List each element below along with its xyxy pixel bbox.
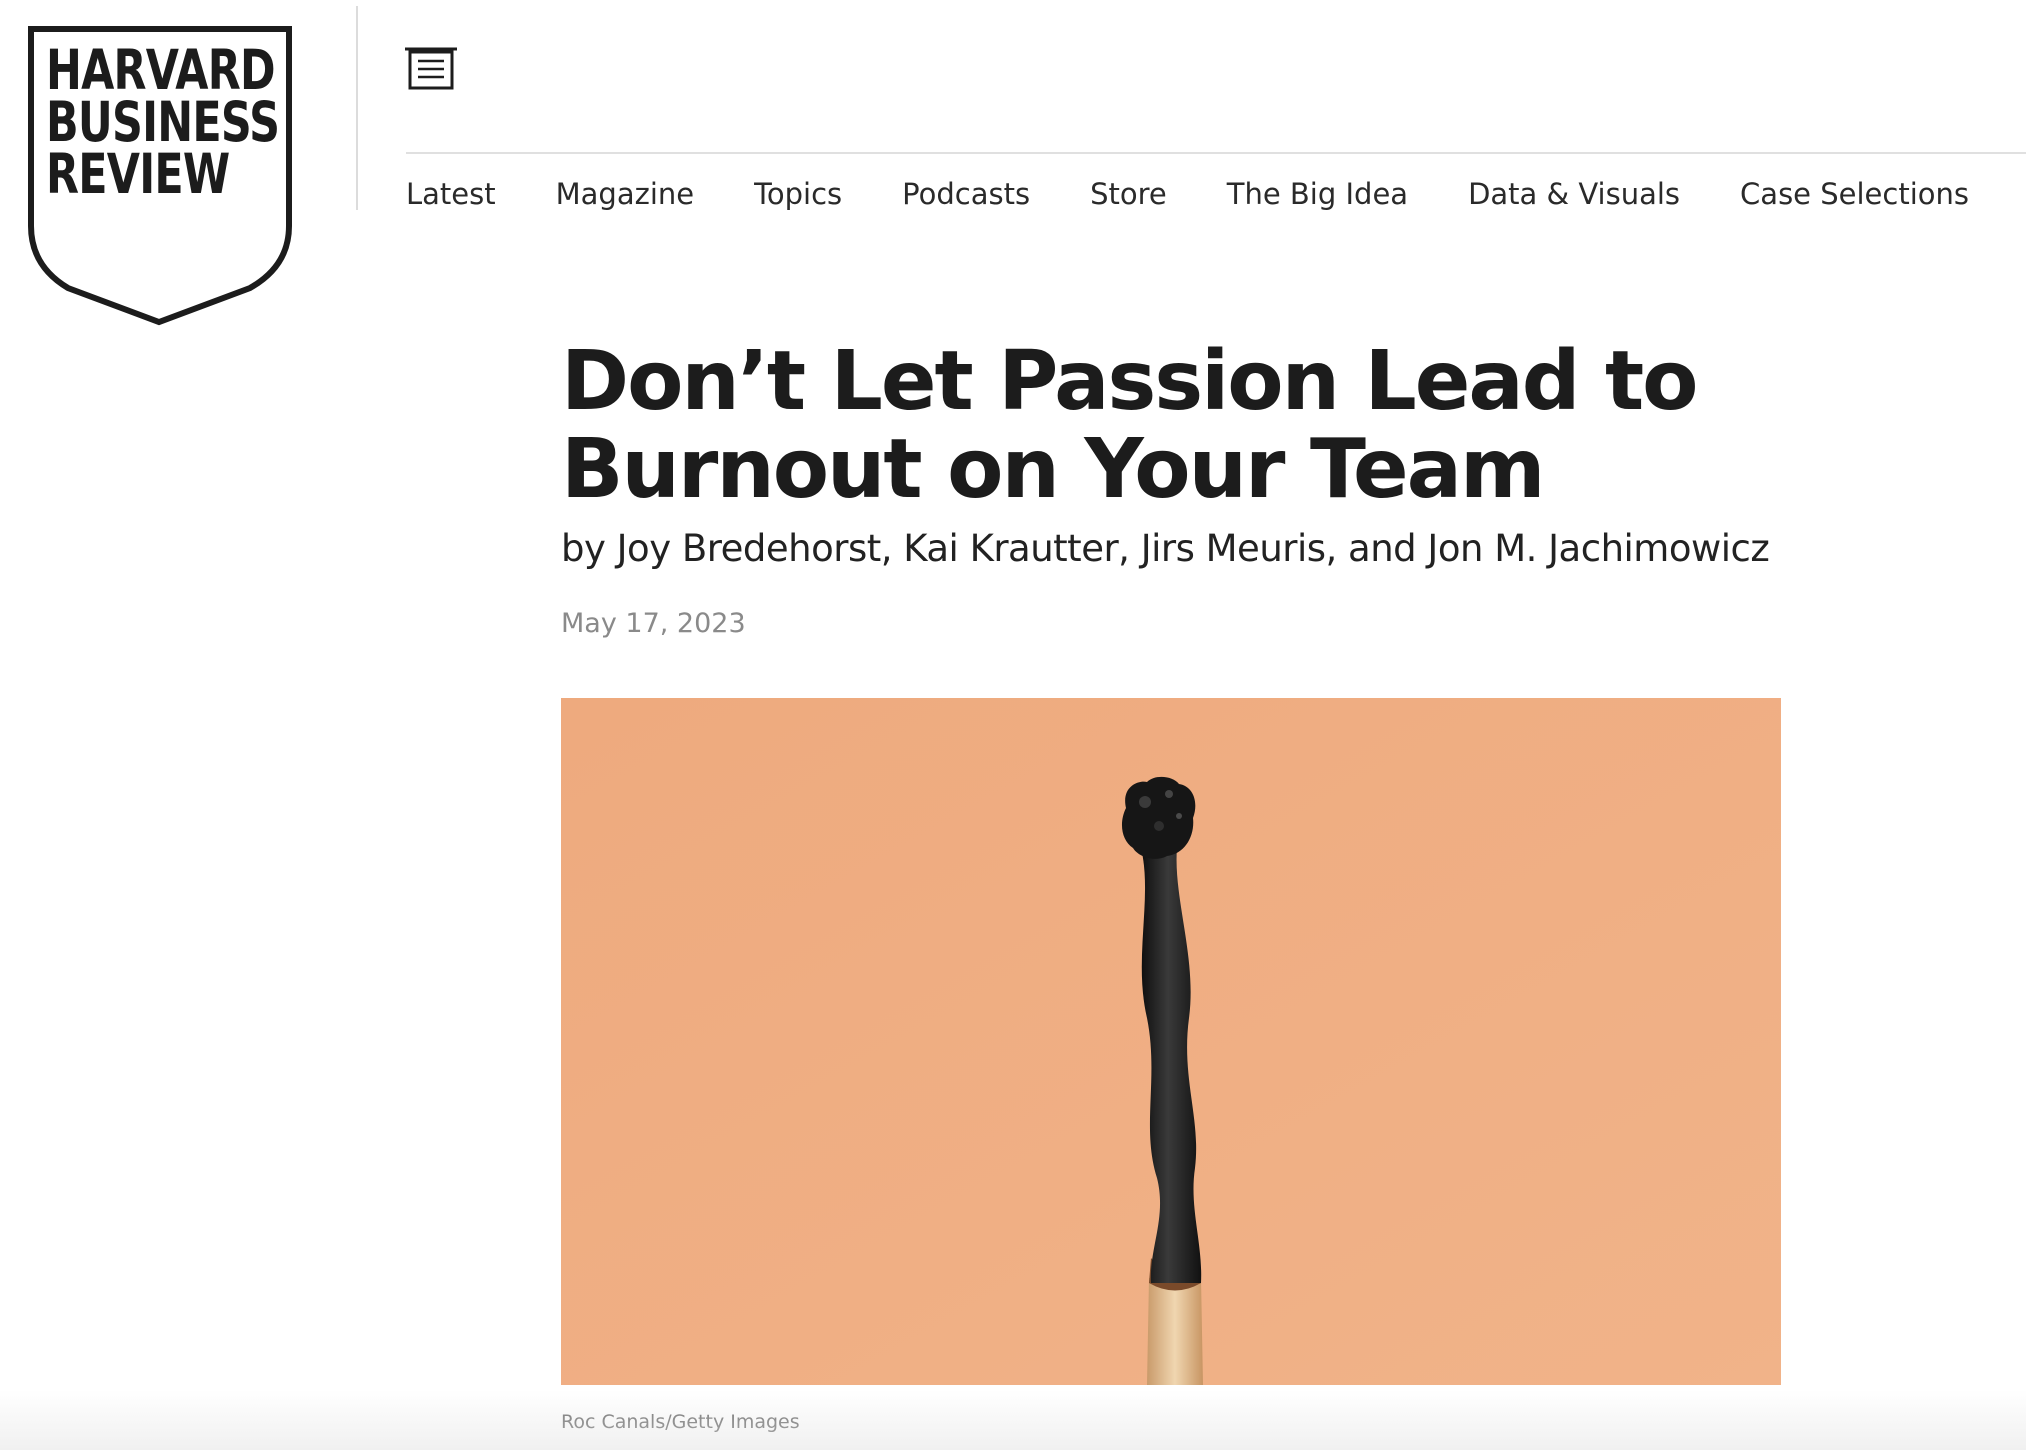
nav-item-latest[interactable]: Latest xyxy=(406,170,496,218)
burnt-match-illustration xyxy=(561,698,1781,1385)
logo-line-1: HARVARD xyxy=(46,38,276,102)
hero-image xyxy=(561,698,1781,1385)
logo-line-3: REVIEW xyxy=(46,142,230,206)
hbr-logo[interactable]: HARVARD BUSINESS REVIEW xyxy=(28,26,292,326)
nav-item-data-visuals[interactable]: Data & Visuals xyxy=(1468,170,1680,218)
nav-item-podcasts[interactable]: Podcasts xyxy=(902,170,1030,218)
logo-line-2: BUSINESS xyxy=(46,90,280,154)
menu-icon[interactable] xyxy=(404,44,458,92)
nav-item-magazine[interactable]: Magazine xyxy=(556,170,694,218)
article-byline: by Joy Bredehorst, Kai Krautter, Jirs Me… xyxy=(561,527,1770,570)
nav-item-topics[interactable]: Topics xyxy=(754,170,842,218)
nav-item-the-big-idea[interactable]: The Big Idea xyxy=(1227,170,1408,218)
nav-rule xyxy=(406,152,2026,154)
nav-item-store[interactable]: Store xyxy=(1090,170,1167,218)
article-date: May 17, 2023 xyxy=(561,608,746,639)
main-nav: Latest Magazine Topics Podcasts Store Th… xyxy=(406,170,1969,218)
header-divider xyxy=(356,6,358,210)
logo-wordmark: HARVARD BUSINESS REVIEW xyxy=(46,38,280,206)
bottom-shadow xyxy=(0,1390,2026,1450)
image-credit: Roc Canals/Getty Images xyxy=(561,1411,800,1433)
nav-item-case-selections[interactable]: Case Selections xyxy=(1740,170,1969,218)
article-title: Don’t Let Passion Lead to Burnout on You… xyxy=(561,334,1698,517)
menu-icon-graphic xyxy=(405,47,457,90)
page: HARVARD BUSINESS REVIEW Latest Magazine … xyxy=(0,0,2026,1450)
